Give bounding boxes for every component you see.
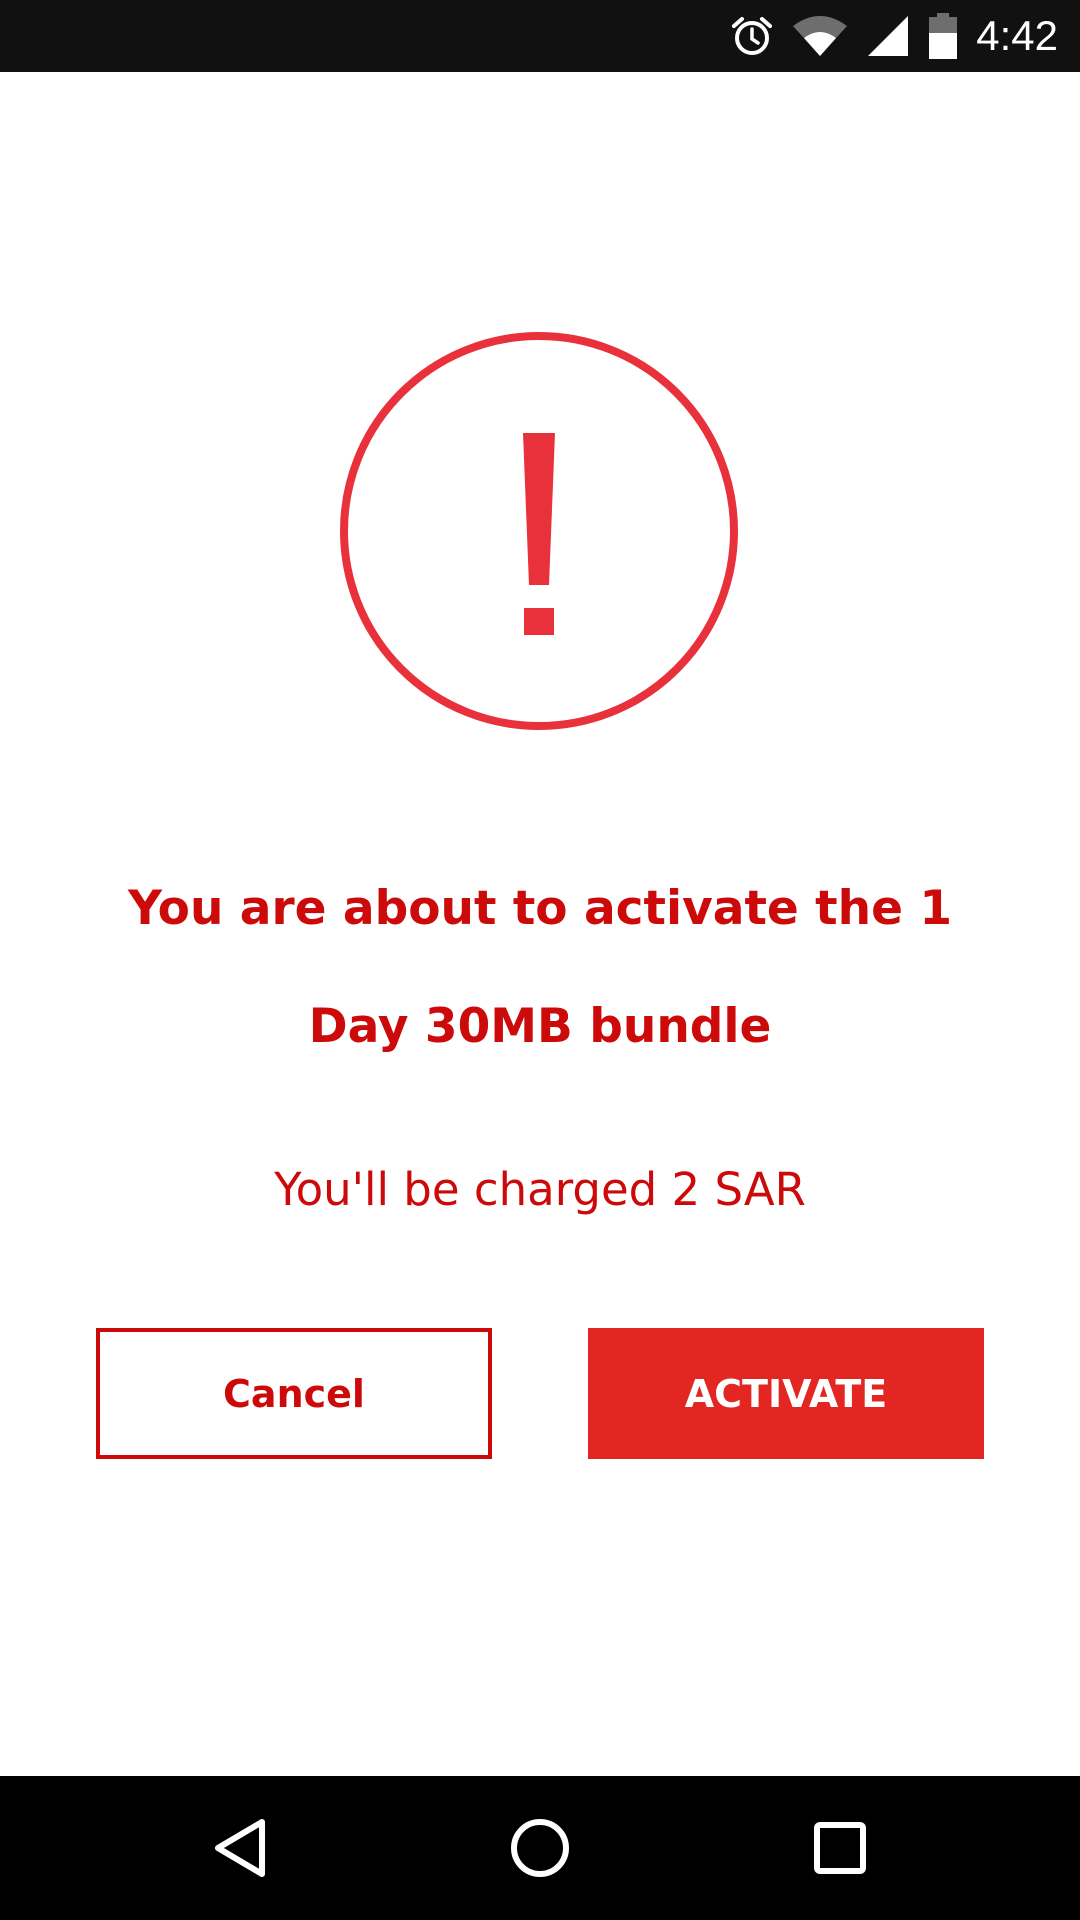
cancel-button[interactable]: Cancel [96,1328,492,1459]
recents-icon[interactable] [790,1798,890,1898]
cancel-button-label: Cancel [223,1371,365,1416]
activate-button-label: ACTIVATE [684,1371,888,1416]
home-icon[interactable] [490,1798,590,1898]
alarm-icon [730,14,774,58]
charge-text: You'll be charged 2 SAR [274,1163,806,1216]
battery-icon [928,12,958,60]
back-icon[interactable] [190,1798,290,1898]
status-bar: 4:42 [0,0,1080,72]
wifi-icon [792,14,848,58]
status-icons: 4:42 [730,0,1058,72]
clock: 4:42 [976,12,1058,59]
navigation-bar [0,1776,1080,1920]
exclamation-circle-icon [340,332,738,730]
activate-button[interactable]: ACTIVATE [588,1328,984,1459]
activation-headline: You are about to activate the 1 Day 30MB… [127,881,953,1054]
cell-signal-icon [866,14,910,58]
